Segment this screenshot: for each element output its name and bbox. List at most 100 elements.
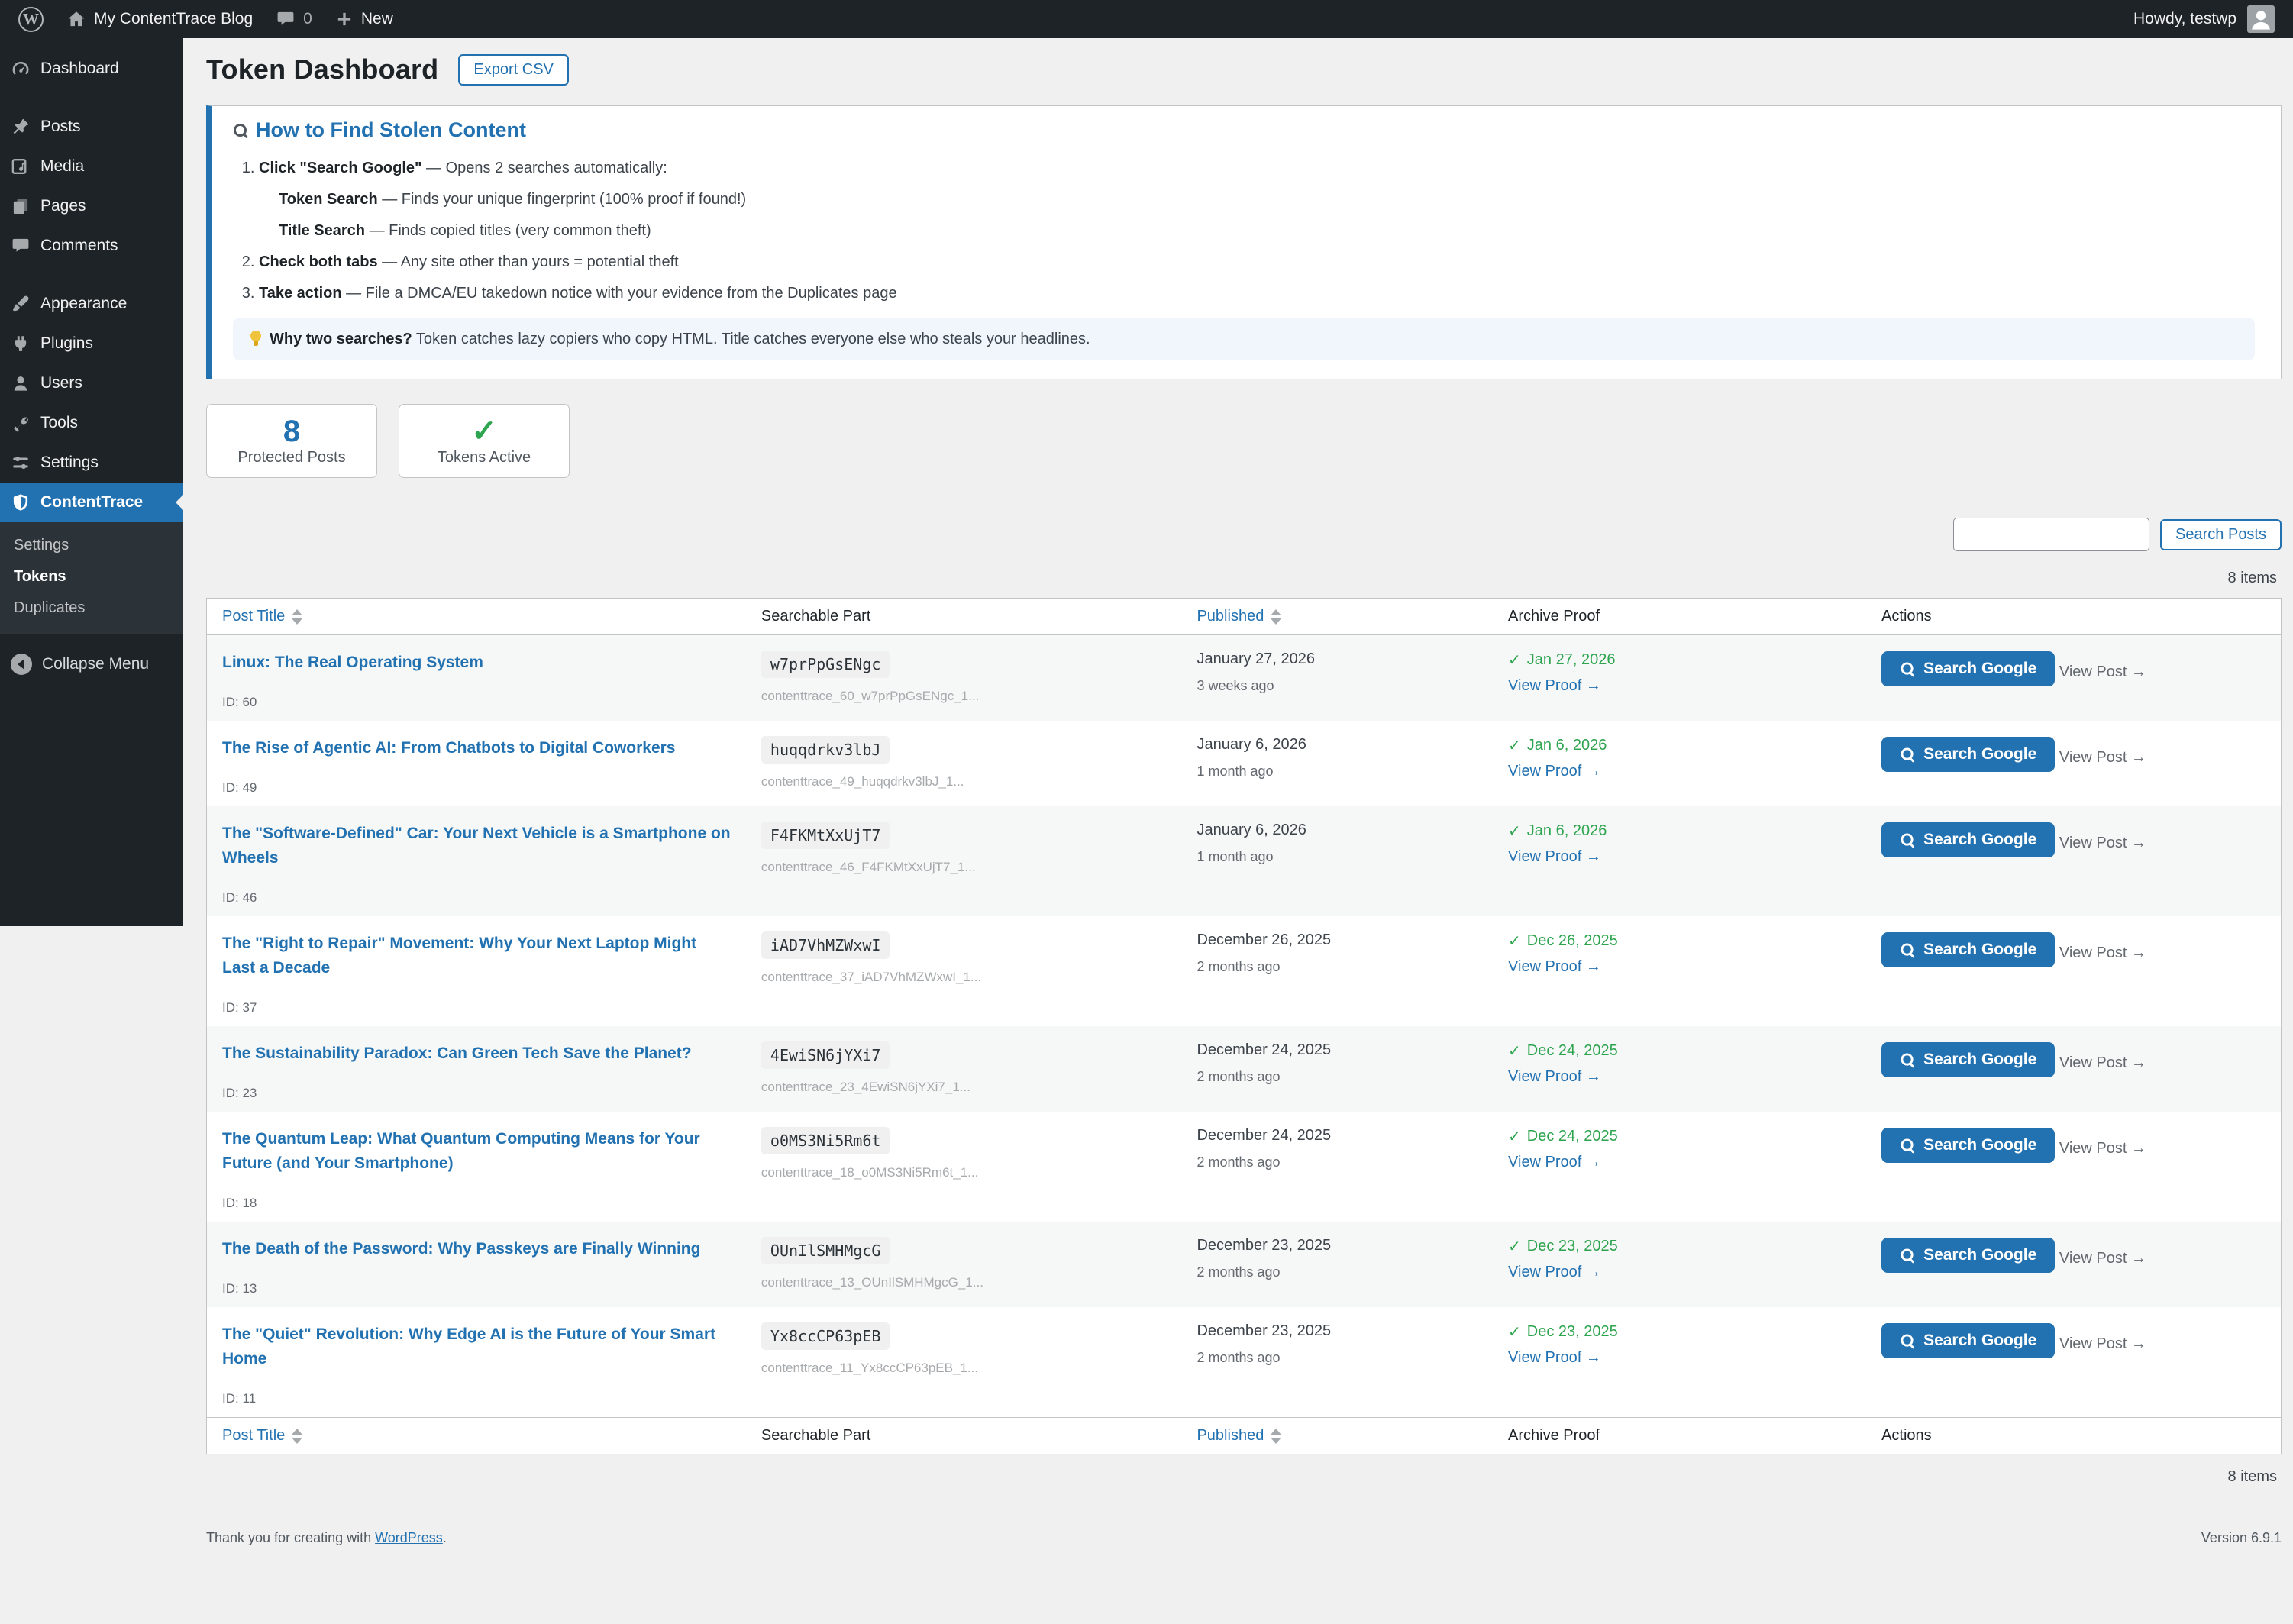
view-post-link[interactable]: View Post → bbox=[2059, 1140, 2146, 1157]
published-date: January 6, 2026 bbox=[1197, 822, 1306, 838]
howto-steps: Click "Search Google" — Opens 2 searches… bbox=[259, 157, 2255, 304]
post-title-link[interactable]: The "Software-Defined" Car: Your Next Ve… bbox=[222, 822, 731, 870]
submenu-item-duplicates[interactable]: Duplicates bbox=[0, 592, 183, 624]
token-value: o0MS3Ni5Rm6t bbox=[761, 1127, 890, 1154]
post-title-link[interactable]: The "Right to Repair" Movement: Why Your… bbox=[222, 931, 731, 980]
wordpress-logo-icon[interactable]: W bbox=[18, 6, 44, 32]
token-full-value: contenttrace_18_o0MS3Ni5Rm6t_1... bbox=[761, 1165, 979, 1180]
sort-post-title-footer[interactable]: Post Title bbox=[222, 1427, 303, 1445]
sidebar-item-pages[interactable]: Pages bbox=[0, 186, 183, 226]
howdy-account-link[interactable]: Howdy, testwp bbox=[2133, 10, 2236, 28]
sort-desc-icon bbox=[292, 618, 303, 625]
token-full-value: contenttrace_13_OUnIlSMHMgcG_1... bbox=[761, 1275, 983, 1290]
archive-status: ✓ Jan 27, 2026 bbox=[1508, 651, 1616, 669]
view-proof-link[interactable]: View Proof → bbox=[1508, 1068, 1601, 1086]
sidebar-item-appearance[interactable]: Appearance bbox=[0, 284, 183, 324]
submenu-item-tokens[interactable]: Tokens bbox=[0, 561, 183, 592]
published-date: January 27, 2026 bbox=[1197, 651, 1316, 667]
published-relative: 2 months ago bbox=[1197, 959, 1281, 974]
view-proof-link[interactable]: View Proof → bbox=[1508, 677, 1601, 695]
search-google-button[interactable]: Search Google bbox=[1881, 1323, 2056, 1358]
post-title-link[interactable]: The Death of the Password: Why Passkeys … bbox=[222, 1237, 700, 1261]
token-value: OUnIlSMHMgcG bbox=[761, 1237, 890, 1264]
submenu-item-settings[interactable]: Settings bbox=[0, 530, 183, 561]
page-title: Token Dashboard bbox=[206, 53, 439, 85]
view-post-link[interactable]: View Post → bbox=[2059, 749, 2146, 767]
tip-text: Why two searches? Token catches lazy cop… bbox=[270, 331, 1090, 347]
howto-step: Take action — File a DMCA/EU takedown no… bbox=[259, 283, 2255, 304]
post-title-link[interactable]: The "Quiet" Revolution: Why Edge AI is t… bbox=[222, 1322, 731, 1371]
search-google-button[interactable]: Search Google bbox=[1881, 737, 2056, 772]
sidebar-item-users[interactable]: Users bbox=[0, 363, 183, 403]
sort-post-title-header[interactable]: Post Title bbox=[222, 608, 303, 625]
token-value: Yx8ccCP63pEB bbox=[761, 1322, 890, 1350]
view-proof-link[interactable]: View Proof → bbox=[1508, 1154, 1601, 1171]
post-title-link[interactable]: Linux: The Real Operating System bbox=[222, 651, 483, 675]
sidebar-item-settings[interactable]: Settings bbox=[0, 443, 183, 483]
sidebar-item-dashboard[interactable]: Dashboard bbox=[0, 49, 183, 89]
sidebar-item-media[interactable]: Media bbox=[0, 147, 183, 186]
sidebar-item-plugins[interactable]: Plugins bbox=[0, 324, 183, 363]
items-count-top: 8 items bbox=[2227, 570, 2277, 586]
howto-box: How to Find Stolen Content Click "Search… bbox=[206, 105, 2282, 379]
wordpress-link[interactable]: WordPress bbox=[375, 1530, 443, 1545]
table-row: The Rise of Agentic AI: From Chatbots to… bbox=[207, 721, 2282, 806]
actions-footer: Actions bbox=[1866, 1417, 2282, 1454]
export-csv-button[interactable]: Export CSV bbox=[458, 53, 569, 86]
view-proof-link[interactable]: View Proof → bbox=[1508, 1264, 1601, 1281]
search-google-button[interactable]: Search Google bbox=[1881, 1042, 2056, 1077]
view-post-link[interactable]: View Post → bbox=[2059, 663, 2146, 681]
search-google-button[interactable]: Search Google bbox=[1881, 651, 2056, 686]
view-post-link[interactable]: View Post → bbox=[2059, 1250, 2146, 1267]
token-full-value: contenttrace_37_iAD7VhMZWxwI_1... bbox=[761, 970, 982, 984]
published-relative: 2 months ago bbox=[1197, 1264, 1281, 1280]
check-icon: ✓ bbox=[1508, 738, 1521, 754]
view-proof-link[interactable]: View Proof → bbox=[1508, 1349, 1601, 1367]
pushpin-icon bbox=[11, 117, 31, 137]
view-proof-link[interactable]: View Proof → bbox=[1508, 763, 1601, 780]
sort-published-footer[interactable]: Published bbox=[1197, 1427, 1282, 1445]
howto-substep: Token Search — Finds your unique fingerp… bbox=[279, 191, 747, 208]
post-title-link[interactable]: The Quantum Leap: What Quantum Computing… bbox=[222, 1127, 731, 1176]
check-icon: ✓ bbox=[1508, 933, 1521, 950]
search-google-button[interactable]: Search Google bbox=[1881, 1128, 2056, 1163]
sidebar-item-contenttrace[interactable]: ContentTrace bbox=[0, 483, 183, 522]
collapse-menu-button[interactable]: Collapse Menu bbox=[0, 644, 183, 685]
post-title-link[interactable]: The Rise of Agentic AI: From Chatbots to… bbox=[222, 736, 676, 760]
howto-title: How to Find Stolen Content bbox=[233, 118, 2255, 142]
search-input[interactable] bbox=[1953, 518, 2150, 551]
published-date: January 6, 2026 bbox=[1197, 736, 1306, 753]
searchable-part-footer: Searchable Part bbox=[745, 1417, 1182, 1454]
token-full-value: contenttrace_11_Yx8ccCP63pEB_1... bbox=[761, 1361, 979, 1375]
comments-shortcut[interactable]: 0 bbox=[276, 9, 312, 29]
sidebar-item-tools[interactable]: Tools bbox=[0, 403, 183, 443]
items-count-bottom: 8 items bbox=[2227, 1468, 2277, 1485]
published-date: December 24, 2025 bbox=[1197, 1127, 1332, 1144]
view-proof-link[interactable]: View Proof → bbox=[1508, 958, 1601, 976]
collapse-arrow-icon bbox=[11, 654, 32, 675]
view-post-link[interactable]: View Post → bbox=[2059, 1335, 2146, 1353]
comments-count: 0 bbox=[303, 10, 312, 27]
search-posts-button[interactable]: Search Posts bbox=[2160, 518, 2282, 550]
archive-status: ✓ Dec 23, 2025 bbox=[1508, 1238, 1618, 1255]
sidebar-item-posts[interactable]: Posts bbox=[0, 107, 183, 147]
view-post-link[interactable]: View Post → bbox=[2059, 835, 2146, 852]
avatar[interactable] bbox=[2247, 5, 2275, 33]
protected-posts-count: 8 bbox=[283, 415, 301, 448]
view-post-link[interactable]: View Post → bbox=[2059, 944, 2146, 962]
site-name-link[interactable]: My ContentTrace Blog bbox=[66, 9, 253, 29]
sort-asc-icon bbox=[292, 609, 303, 615]
magnifier-icon bbox=[233, 123, 248, 138]
sidebar-item-comments[interactable]: Comments bbox=[0, 226, 183, 266]
search-google-button[interactable]: Search Google bbox=[1881, 822, 2056, 857]
sliders-icon bbox=[11, 453, 31, 473]
search-google-button[interactable]: Search Google bbox=[1881, 932, 2056, 967]
new-content-button[interactable]: New bbox=[335, 10, 393, 28]
token-full-value: contenttrace_23_4EwiSN6jYXi7_1... bbox=[761, 1080, 970, 1094]
view-proof-link[interactable]: View Proof → bbox=[1508, 848, 1601, 866]
search-google-button[interactable]: Search Google bbox=[1881, 1238, 2056, 1273]
view-post-link[interactable]: View Post → bbox=[2059, 1054, 2146, 1072]
sort-published-header[interactable]: Published bbox=[1197, 608, 1282, 625]
archive-proof-footer: Archive Proof bbox=[1493, 1417, 1867, 1454]
post-title-link[interactable]: The Sustainability Paradox: Can Green Te… bbox=[222, 1041, 692, 1066]
